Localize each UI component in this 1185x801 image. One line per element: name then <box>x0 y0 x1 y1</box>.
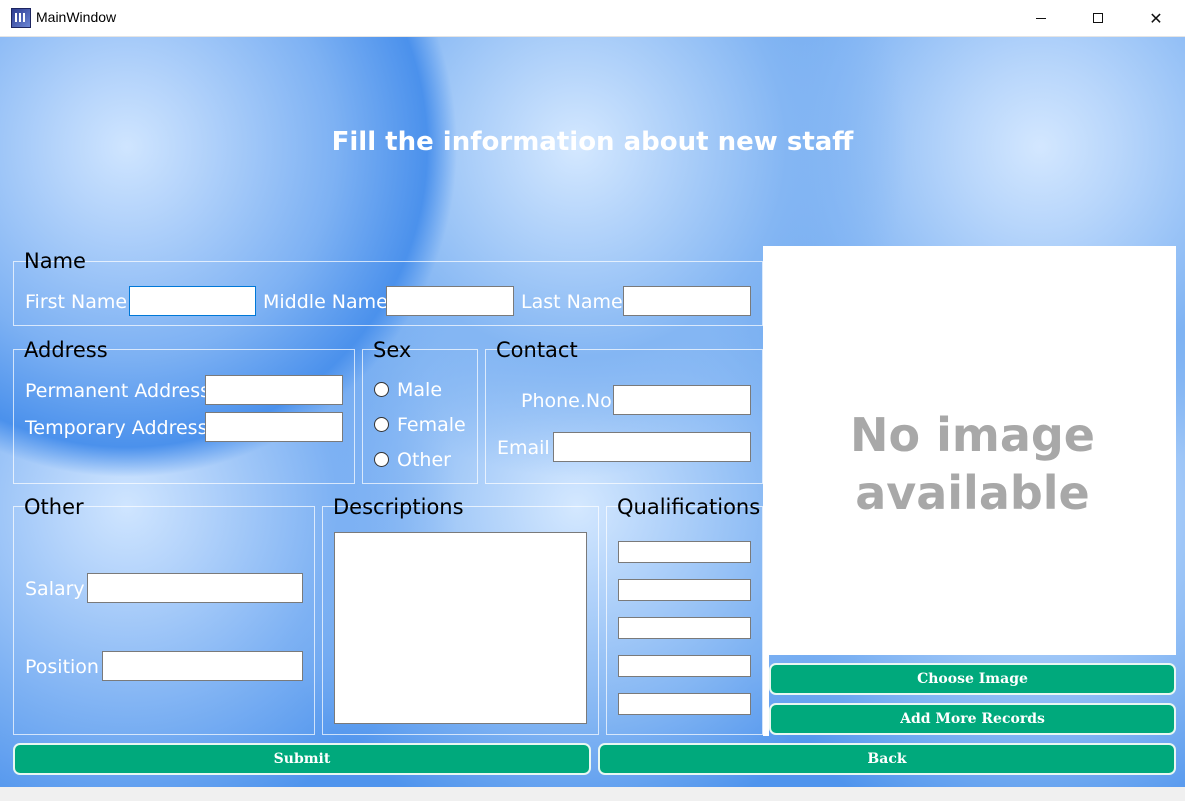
middle-name-label: Middle Name <box>263 291 388 313</box>
photo-preview: No image available <box>769 246 1176 655</box>
last-name-input[interactable] <box>623 286 751 316</box>
other-group-title: Other <box>24 495 84 519</box>
minimize-button[interactable] <box>1012 0 1070 36</box>
page-heading: Fill the information about new staff <box>331 127 854 157</box>
minimize-icon <box>1036 17 1046 19</box>
permanent-address-input[interactable] <box>205 375 343 405</box>
other-radio[interactable] <box>374 452 389 467</box>
position-label: Position <box>25 656 99 678</box>
qualification-input-5[interactable] <box>618 693 751 715</box>
male-radio[interactable] <box>374 382 389 397</box>
temporary-address-label: Temporary Address <box>25 417 208 439</box>
app-icon <box>11 8 31 28</box>
maximize-icon <box>1093 13 1103 23</box>
qualification-input-2[interactable] <box>618 579 751 601</box>
permanent-address-label: Permanent Address <box>25 380 211 402</box>
status-bar <box>0 787 1185 801</box>
close-icon: ✕ <box>1149 8 1163 28</box>
email-input[interactable] <box>553 432 751 462</box>
middle-name-input[interactable] <box>386 286 514 316</box>
maximize-button[interactable] <box>1069 0 1127 36</box>
qualifications-group-title: Qualifications <box>617 495 761 519</box>
qualification-input-1[interactable] <box>618 541 751 563</box>
position-input[interactable] <box>102 651 303 681</box>
no-image-line1: No image <box>850 408 1095 462</box>
salary-label: Salary <box>25 578 85 600</box>
address-group-title: Address <box>24 338 108 362</box>
phone-input[interactable] <box>613 385 751 415</box>
qualification-input-4[interactable] <box>618 655 751 677</box>
qualification-input-3[interactable] <box>618 617 751 639</box>
window-title: MainWindow <box>36 9 117 25</box>
name-group-title: Name <box>24 249 86 273</box>
contact-group-title: Contact <box>496 338 578 362</box>
first-name-input[interactable] <box>129 286 256 316</box>
submit-button[interactable]: Submit <box>13 743 591 775</box>
main-content: Fill the information about new staff Nam… <box>0 37 1185 801</box>
descriptions-textarea[interactable] <box>334 532 587 724</box>
other-label[interactable]: Other <box>397 449 451 471</box>
last-name-label: Last Name <box>521 291 623 313</box>
choose-image-button[interactable]: Choose Image <box>769 663 1176 695</box>
male-label[interactable]: Male <box>397 379 442 401</box>
female-label[interactable]: Female <box>397 414 466 436</box>
no-image-placeholder: No image available <box>769 406 1176 522</box>
no-image-line2: available <box>855 466 1090 520</box>
back-button[interactable]: Back <box>598 743 1176 775</box>
close-button[interactable]: ✕ <box>1127 0 1185 36</box>
descriptions-group-title: Descriptions <box>333 495 464 519</box>
female-radio[interactable] <box>374 417 389 432</box>
first-name-label: First Name <box>25 291 128 313</box>
title-bar: MainWindow ✕ <box>0 0 1185 37</box>
other-group <box>13 506 315 735</box>
email-label: Email <box>497 437 550 459</box>
phone-label: Phone.No <box>521 390 612 412</box>
salary-input[interactable] <box>87 573 303 603</box>
temporary-address-input[interactable] <box>205 412 343 442</box>
add-more-records-button[interactable]: Add More Records <box>769 703 1176 735</box>
sex-group-title: Sex <box>373 338 412 362</box>
contact-group <box>485 349 763 484</box>
